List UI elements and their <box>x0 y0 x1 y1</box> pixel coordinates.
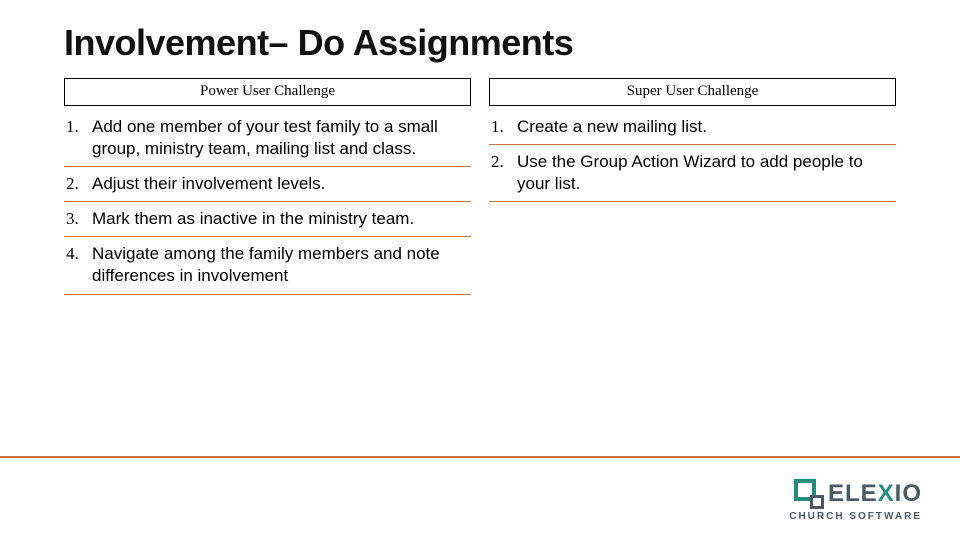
super-user-column: Super User Challenge 1. Create a new mai… <box>489 78 896 295</box>
list-number: 4. <box>66 243 92 265</box>
power-user-column: Power User Challenge 1. Add one member o… <box>64 78 471 295</box>
logo-pre: ELE <box>828 480 878 507</box>
power-user-list: 1. Add one member of your test family to… <box>64 110 471 295</box>
list-number: 2. <box>66 173 92 195</box>
page-title: Involvement– Do Assignments <box>64 22 896 64</box>
columns: Power User Challenge 1. Add one member o… <box>64 78 896 295</box>
list-number: 1. <box>66 116 92 138</box>
super-user-list: 1. Create a new mailing list. 2. Use the… <box>489 110 896 202</box>
list-item: 4. Navigate among the family members and… <box>64 237 471 294</box>
logo-post: IO <box>895 480 922 507</box>
list-text: Adjust their involvement levels. <box>92 173 469 195</box>
list-item: 2. Use the Group Action Wizard to add pe… <box>489 145 896 202</box>
logo-mark-icon <box>794 479 824 509</box>
logo: ELEXIO CHURCH SOFTWARE <box>789 479 922 522</box>
footer-divider <box>0 456 960 458</box>
list-text: Mark them as inactive in the ministry te… <box>92 208 469 230</box>
list-text: Create a new mailing list. <box>517 116 894 138</box>
logo-subtitle: CHURCH SOFTWARE <box>789 511 922 522</box>
list-number: 2. <box>491 151 517 173</box>
super-user-header: Super User Challenge <box>489 78 896 106</box>
logo-text: ELEXIO <box>828 480 922 508</box>
list-text: Add one member of your test family to a … <box>92 116 469 160</box>
list-item: 1. Create a new mailing list. <box>489 110 896 145</box>
list-item: 2. Adjust their involvement levels. <box>64 167 471 202</box>
list-text: Navigate among the family members and no… <box>92 243 469 287</box>
list-item: 3. Mark them as inactive in the ministry… <box>64 202 471 237</box>
list-item: 1. Add one member of your test family to… <box>64 110 471 167</box>
logo-x: X <box>878 480 895 507</box>
list-number: 1. <box>491 116 517 138</box>
list-number: 3. <box>66 208 92 230</box>
power-user-header: Power User Challenge <box>64 78 471 106</box>
list-text: Use the Group Action Wizard to add peopl… <box>517 151 894 195</box>
logo-main: ELEXIO <box>794 479 922 509</box>
slide: Involvement– Do Assignments Power User C… <box>0 0 960 540</box>
